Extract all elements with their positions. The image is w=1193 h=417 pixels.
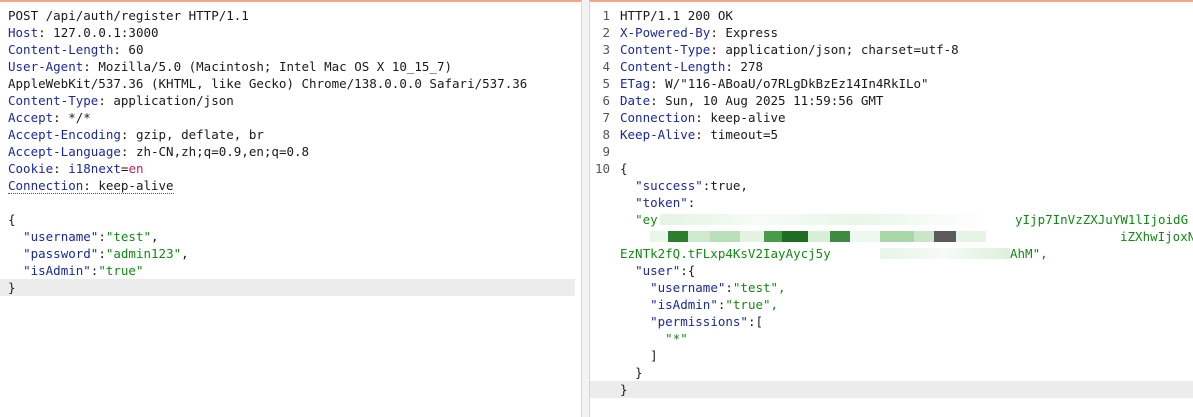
request-editor[interactable]: POST /api/auth/register HTTP/1.1 Host: 1… [0, 7, 581, 296]
header-user-agent-cont: AppleWebKit/537.36 (KHTML, like Gecko) C… [8, 76, 528, 91]
resp-user: "user":{ [635, 263, 696, 278]
redaction-mask [660, 211, 990, 228]
resp-permissions-close: ] [650, 348, 658, 363]
resp-blank-line: 9 [602, 144, 610, 159]
body-field-password: "password":"admin123", [23, 246, 189, 261]
body-close: } [0, 279, 575, 296]
header-cookie: Cookie: i18next=en [8, 161, 144, 176]
response-pane[interactable]: 1 HTTP/1.1 200 OK 2 X-Powered-By: Express … [589, 0, 1193, 417]
resp-permission-item: "*" [665, 331, 688, 346]
resp-user-permissions: "permissions":[ [650, 314, 764, 329]
response-viewer[interactable]: 1 HTTP/1.1 200 OK 2 X-Powered-By: Express … [590, 7, 1193, 398]
header-accept: Accept: */* [8, 110, 91, 125]
request-line: POST /api/auth/register HTTP/1.1 [8, 8, 249, 23]
resp-token-key: "token": [635, 195, 696, 210]
header-user-agent: User-Agent: Mozilla/5.0 (Macintosh; Inte… [8, 59, 453, 74]
header-connection: Connection: keep-alive [8, 178, 174, 194]
resp-success: "success":true, [635, 178, 748, 193]
body-field-isadmin: "isAdmin":"true" [23, 263, 144, 278]
resp-header-connection: 7 Connection: keep-alive [602, 110, 786, 125]
status-line: 1 HTTP/1.1 200 OK [602, 8, 733, 23]
resp-header-x-powered-by: 2 X-Powered-By: Express [602, 25, 779, 40]
resp-header-date: 6 Date: Sun, 10 Aug 2025 11:59:56 GMT [602, 93, 884, 108]
header-accept-encoding: Accept-Encoding: gzip, deflate, br [8, 127, 264, 142]
resp-user-isadmin: "isAdmin":"true", [650, 297, 779, 312]
redaction-mask [650, 228, 1010, 245]
redaction-mask [880, 245, 1010, 262]
resp-token-line-2: iZXhwIjoxNzU0OT [590, 228, 1193, 245]
resp-header-etag: 5 ETag: W/"116-ABoaU/o7RLgDkBzEz14In4RkIL… [602, 76, 929, 91]
resp-body-open: 10{ [594, 161, 628, 176]
resp-header-content-type: 3 Content-Type: application/json; charset… [602, 42, 959, 57]
header-host: Host: 127.0.0.1:3000 [8, 25, 159, 40]
resp-user-close: } [635, 365, 643, 380]
body-field-username: "username":"test", [23, 229, 159, 244]
resp-token-line-1: "ey yIjp7InVzZXJuYW1lIjoidG [635, 211, 1189, 228]
body-open: { [8, 212, 16, 227]
pane-divider[interactable] [582, 0, 589, 417]
header-content-length: Content-Length: 60 [8, 42, 144, 57]
resp-header-content-length: 4 Content-Length: 278 [602, 59, 763, 74]
resp-header-keep-alive: 8 Keep-Alive: timeout=5 [602, 127, 779, 142]
header-content-type: Content-Type: application/json [8, 93, 234, 108]
header-accept-language: Accept-Language: zh-CN,zh;q=0.9,en;q=0.8 [8, 144, 310, 159]
resp-token-line-3: EzNTk2fQ.tFLxp4KsV2IayAycj5y AhM", [620, 245, 1048, 262]
resp-body-close: } [590, 381, 1193, 398]
request-pane[interactable]: POST /api/auth/register HTTP/1.1 Host: 1… [0, 0, 582, 417]
resp-user-username: "username":"test", [650, 280, 786, 295]
